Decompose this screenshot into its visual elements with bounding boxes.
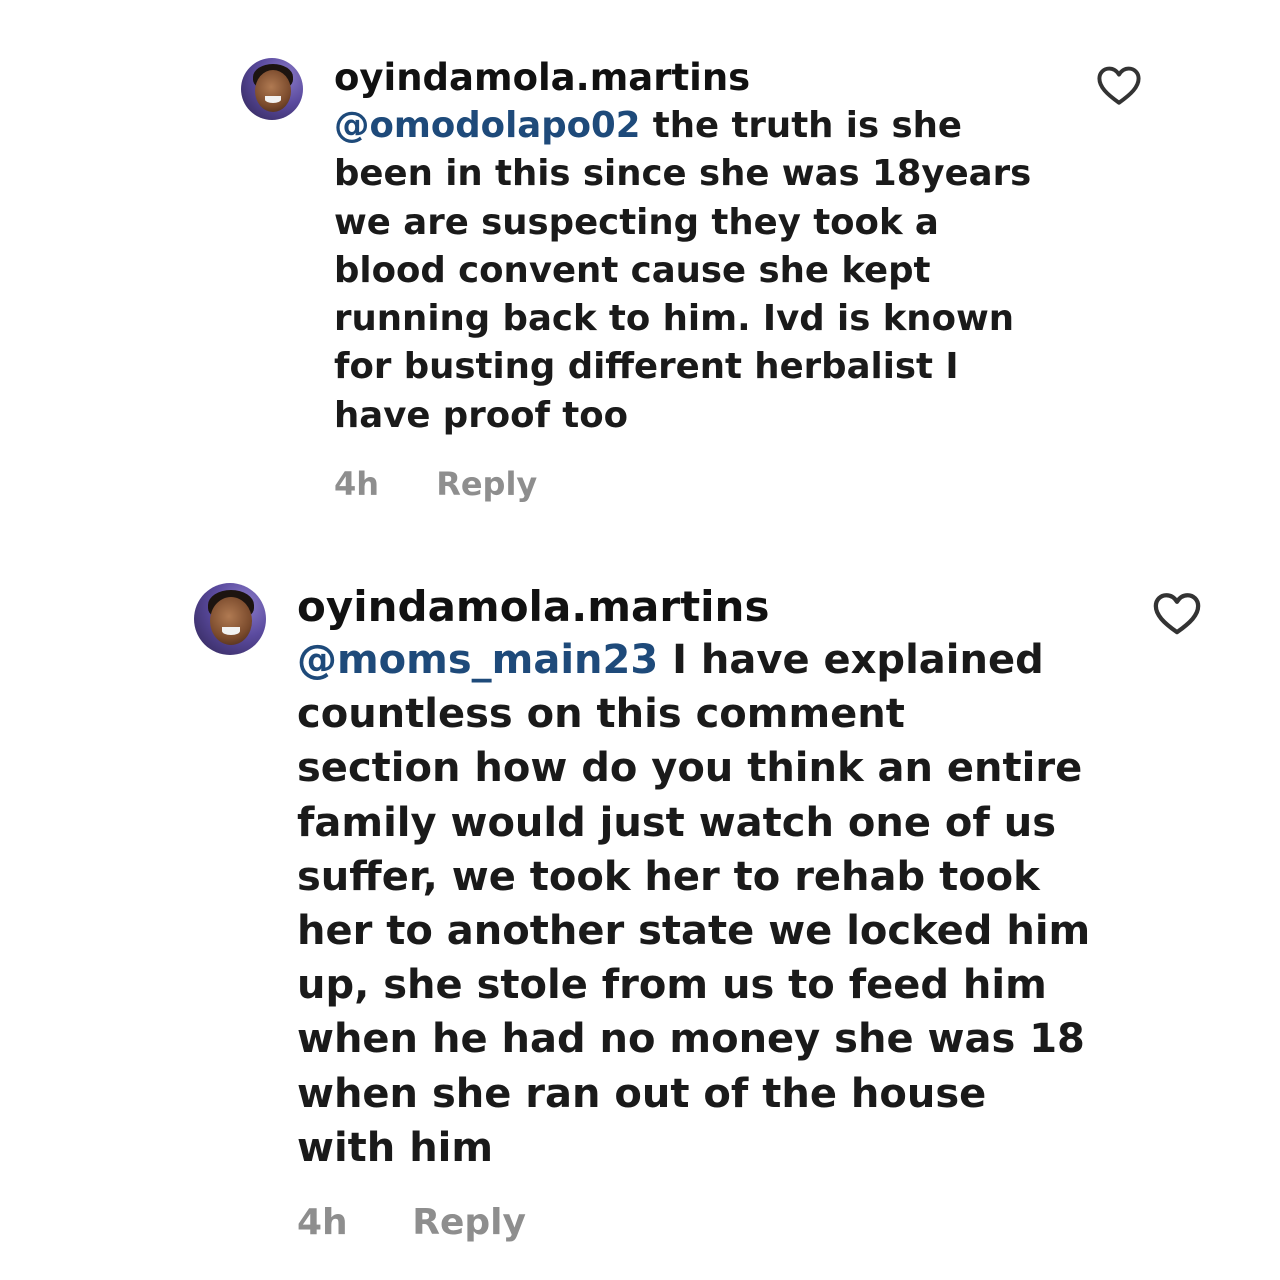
comment-line-text: I have explained bbox=[658, 637, 1044, 683]
reply-button[interactable]: Reply bbox=[436, 462, 537, 506]
comment-line: countless on this comment bbox=[297, 691, 905, 738]
comment-line: have proof too bbox=[334, 394, 629, 436]
comment-username[interactable]: oyindamola.martins bbox=[297, 582, 769, 632]
comment-line: when she ran out of the house bbox=[297, 1070, 987, 1117]
comment-line: @moms_main23 I have explained bbox=[297, 633, 1090, 687]
comment-1: oyindamola.martins @omodolapo02 the trut… bbox=[0, 0, 1280, 540]
mention-link[interactable]: @omodolapo02 bbox=[334, 105, 640, 146]
comment-timestamp: 4h bbox=[297, 1202, 348, 1243]
comment-line-text: the truth is she bbox=[640, 105, 962, 146]
comment-line: section how do you think an entire bbox=[297, 745, 1083, 792]
reply-button[interactable]: Reply bbox=[412, 1198, 526, 1248]
comment-line: running back to him. Ivd is known bbox=[334, 298, 1015, 340]
comment-line: with him bbox=[297, 1124, 494, 1171]
avatar[interactable] bbox=[194, 583, 266, 655]
comment-timestamp: 4h bbox=[334, 465, 380, 503]
heart-outline-icon[interactable] bbox=[1094, 60, 1144, 110]
comment-2: oyindamola.martins @moms_main23 I have e… bbox=[0, 540, 1280, 1280]
comment-line: suffer, we took her to rehab took bbox=[297, 853, 1040, 900]
comment-line: up, she stole from us to feed him bbox=[297, 962, 1047, 1009]
comment-text: @omodolapo02 the truth is she been in th… bbox=[334, 102, 1031, 440]
comment-username[interactable]: oyindamola.martins bbox=[334, 56, 750, 100]
mention-link[interactable]: @moms_main23 bbox=[297, 637, 658, 683]
heart-outline-icon[interactable] bbox=[1150, 586, 1204, 640]
comment-line: when he had no money she was 18 bbox=[297, 1016, 1085, 1063]
comment-line: blood convent cause she kept bbox=[334, 249, 931, 291]
comment-line: @omodolapo02 the truth is she bbox=[334, 102, 1031, 150]
comment-line: been in this since she was 18years bbox=[334, 153, 1032, 195]
comment-line: family would just watch one of us bbox=[297, 799, 1057, 846]
comment-text: @moms_main23 I have explained countless … bbox=[297, 633, 1090, 1175]
avatar[interactable] bbox=[241, 58, 303, 120]
comment-line: her to another state we locked him bbox=[297, 908, 1091, 955]
comment-line: we are suspecting they took a bbox=[334, 201, 939, 243]
comment-meta: 4h Reply bbox=[297, 1198, 526, 1248]
comment-meta: 4h Reply bbox=[334, 462, 537, 506]
comment-line: for busting different herbalist I bbox=[334, 346, 959, 388]
